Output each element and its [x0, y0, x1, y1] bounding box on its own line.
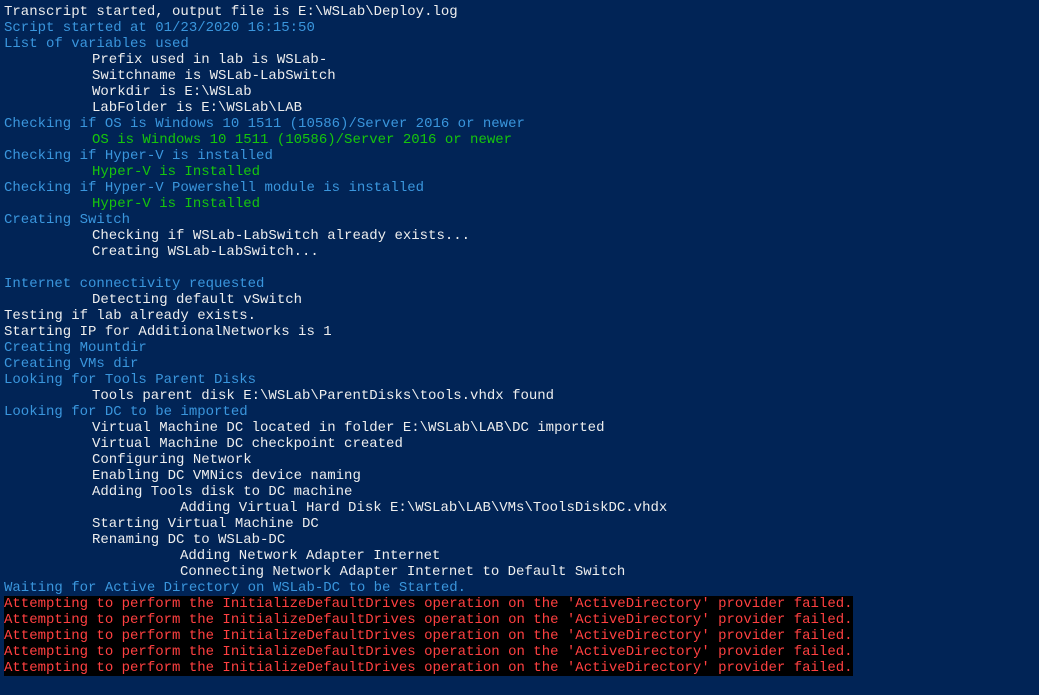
console-line: Renaming DC to WSLab-DC — [4, 532, 1035, 548]
console-line: Checking if Hyper-V Powershell module is… — [4, 180, 1035, 196]
console-line — [4, 260, 1035, 276]
console-text: Adding Network Adapter Internet — [180, 548, 440, 564]
console-text: Transcript started, output file is E:\WS… — [4, 4, 458, 20]
console-line: Attempting to perform the InitializeDefa… — [4, 660, 1035, 676]
console-text: Starting IP for AdditionalNetworks is 1 — [4, 324, 332, 340]
console-text: Starting Virtual Machine DC — [92, 516, 319, 532]
console-line: OS is Windows 10 1511 (10586)/Server 201… — [4, 132, 1035, 148]
console-line: Adding Tools disk to DC machine — [4, 484, 1035, 500]
console-line: LabFolder is E:\WSLab\LAB — [4, 100, 1035, 116]
console-line: Virtual Machine DC checkpoint created — [4, 436, 1035, 452]
console-text: Script started at 01/23/2020 16:15:50 — [4, 20, 315, 36]
console-text: Testing if lab already exists. — [4, 308, 256, 324]
console-line: Attempting to perform the InitializeDefa… — [4, 644, 1035, 660]
console-line: Internet connectivity requested — [4, 276, 1035, 292]
console-line: Checking if OS is Windows 10 1511 (10586… — [4, 116, 1035, 132]
console-text: Internet connectivity requested — [4, 276, 264, 292]
console-line: List of variables used — [4, 36, 1035, 52]
console-text: Virtual Machine DC located in folder E:\… — [92, 420, 604, 436]
console-line: Starting IP for AdditionalNetworks is 1 — [4, 324, 1035, 340]
console-text: Looking for Tools Parent Disks — [4, 372, 256, 388]
console-text: Checking if WSLab-LabSwitch already exis… — [92, 228, 470, 244]
console-line: Waiting for Active Directory on WSLab-DC… — [4, 580, 1035, 596]
console-line: Creating WSLab-LabSwitch... — [4, 244, 1035, 260]
console-output: Transcript started, output file is E:\WS… — [4, 4, 1035, 676]
console-line: Tools parent disk E:\WSLab\ParentDisks\t… — [4, 388, 1035, 404]
console-text: List of variables used — [4, 36, 189, 52]
console-text: Creating Switch — [4, 212, 130, 228]
console-text: Detecting default vSwitch — [92, 292, 302, 308]
console-line: Hyper-V is Installed — [4, 196, 1035, 212]
console-line: Transcript started, output file is E:\WS… — [4, 4, 1035, 20]
console-line: Prefix used in lab is WSLab- — [4, 52, 1035, 68]
console-line: Configuring Network — [4, 452, 1035, 468]
console-line: Attempting to perform the InitializeDefa… — [4, 612, 1035, 628]
console-line: Connecting Network Adapter Internet to D… — [4, 564, 1035, 580]
console-text: Creating WSLab-LabSwitch... — [92, 244, 319, 260]
console-line: Adding Virtual Hard Disk E:\WSLab\LAB\VM… — [4, 500, 1035, 516]
console-text: Connecting Network Adapter Internet to D… — [180, 564, 625, 580]
console-line: Looking for DC to be imported — [4, 404, 1035, 420]
console-line: Enabling DC VMNics device naming — [4, 468, 1035, 484]
console-line: Attempting to perform the InitializeDefa… — [4, 596, 1035, 612]
console-text: Hyper-V is Installed — [92, 164, 260, 180]
console-line: Workdir is E:\WSLab — [4, 84, 1035, 100]
console-text: Checking if OS is Windows 10 1511 (10586… — [4, 116, 525, 132]
console-line: Checking if Hyper-V is installed — [4, 148, 1035, 164]
console-line: Detecting default vSwitch — [4, 292, 1035, 308]
console-text: Creating VMs dir — [4, 356, 138, 372]
console-line: Attempting to perform the InitializeDefa… — [4, 628, 1035, 644]
console-text: Adding Tools disk to DC machine — [92, 484, 352, 500]
console-text: LabFolder is E:\WSLab\LAB — [92, 100, 302, 116]
console-text: Tools parent disk E:\WSLab\ParentDisks\t… — [92, 388, 554, 404]
console-line: Creating Mountdir — [4, 340, 1035, 356]
error-text: Attempting to perform the InitializeDefa… — [4, 628, 853, 644]
error-text: Attempting to perform the InitializeDefa… — [4, 660, 853, 676]
console-text: Renaming DC to WSLab-DC — [92, 532, 285, 548]
console-text: Checking if Hyper-V is installed — [4, 148, 273, 164]
console-text: OS is Windows 10 1511 (10586)/Server 201… — [92, 132, 512, 148]
console-text: Workdir is E:\WSLab — [92, 84, 252, 100]
console-line: Looking for Tools Parent Disks — [4, 372, 1035, 388]
console-text: Hyper-V is Installed — [92, 196, 260, 212]
error-text: Attempting to perform the InitializeDefa… — [4, 596, 853, 612]
console-line: Checking if WSLab-LabSwitch already exis… — [4, 228, 1035, 244]
console-text: Creating Mountdir — [4, 340, 147, 356]
console-text: Waiting for Active Directory on WSLab-DC… — [4, 580, 466, 596]
console-text: Checking if Hyper-V Powershell module is… — [4, 180, 424, 196]
console-text: Virtual Machine DC checkpoint created — [92, 436, 403, 452]
console-text: Switchname is WSLab-LabSwitch — [92, 68, 336, 84]
console-text: Adding Virtual Hard Disk E:\WSLab\LAB\VM… — [180, 500, 667, 516]
console-text: Configuring Network — [92, 452, 252, 468]
console-text: Prefix used in lab is WSLab- — [92, 52, 327, 68]
console-line: Switchname is WSLab-LabSwitch — [4, 68, 1035, 84]
error-text: Attempting to perform the InitializeDefa… — [4, 612, 853, 628]
console-text: Enabling DC VMNics device naming — [92, 468, 361, 484]
console-text: Looking for DC to be imported — [4, 404, 248, 420]
console-line: Starting Virtual Machine DC — [4, 516, 1035, 532]
console-line: Adding Network Adapter Internet — [4, 548, 1035, 564]
console-line: Creating VMs dir — [4, 356, 1035, 372]
console-line: Hyper-V is Installed — [4, 164, 1035, 180]
console-line: Virtual Machine DC located in folder E:\… — [4, 420, 1035, 436]
console-line: Creating Switch — [4, 212, 1035, 228]
console-line: Script started at 01/23/2020 16:15:50 — [4, 20, 1035, 36]
console-line: Testing if lab already exists. — [4, 308, 1035, 324]
error-text: Attempting to perform the InitializeDefa… — [4, 644, 853, 660]
